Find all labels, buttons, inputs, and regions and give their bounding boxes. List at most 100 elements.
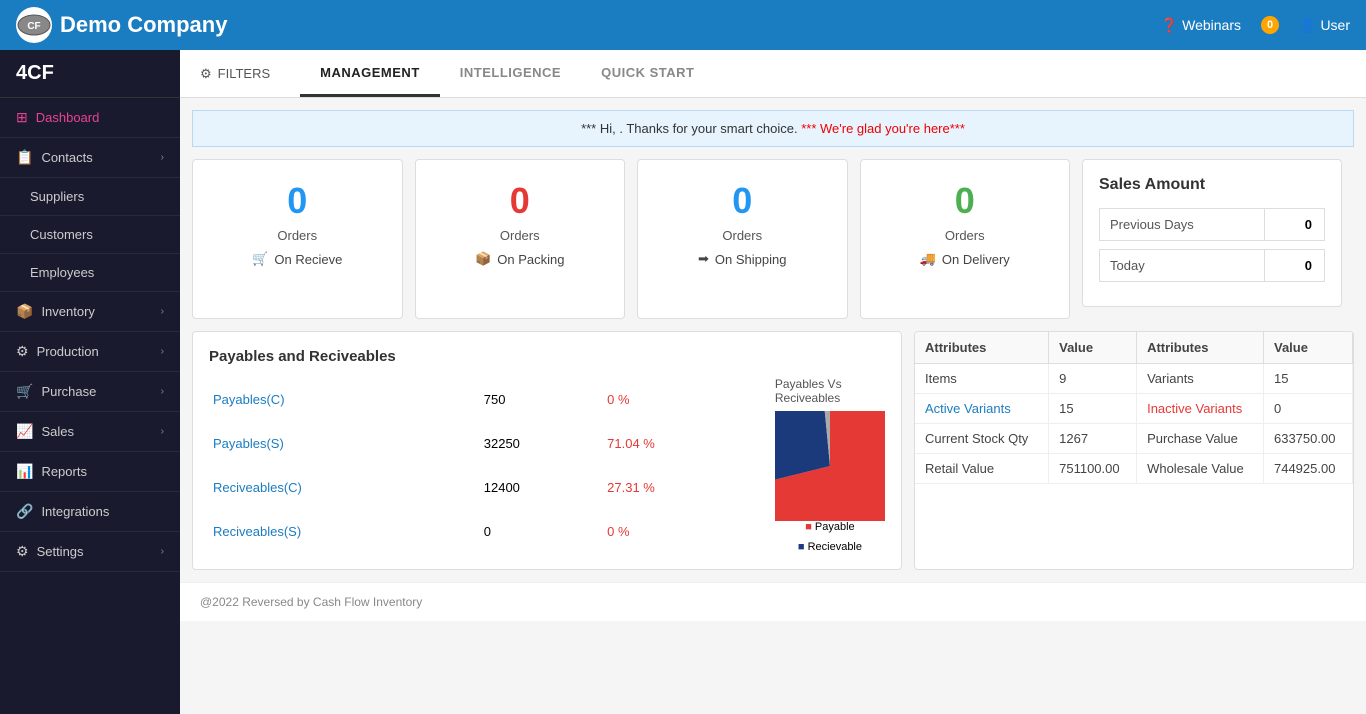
col-attr2: Attributes	[1137, 332, 1264, 364]
sidebar-item-customers[interactable]: Customers	[0, 216, 180, 254]
payables-c-label[interactable]: Payables(C)	[209, 377, 480, 421]
order-card-delivery[interactable]: 0 Orders 🚚 On Delivery	[860, 159, 1071, 319]
sidebar-item-dashboard[interactable]: ⊞ Dashboard	[0, 98, 180, 138]
chevron-right-icon: ›	[161, 152, 164, 163]
notifications-button[interactable]: 0	[1261, 16, 1279, 34]
reciveables-c-pct: 27.31 %	[603, 465, 759, 509]
sidebar-label: Suppliers	[30, 189, 84, 204]
order-cards: 0 Orders 🛒 On Recieve 0 Orders 📦 On Pack…	[192, 159, 1070, 319]
content-area: ⚙ FILTERS MANAGEMENT INTELLIGENCE QUICK …	[180, 50, 1366, 714]
sidebar-item-inventory[interactable]: 📦 Inventory ›	[0, 292, 180, 332]
logo-icon: CF	[16, 7, 52, 43]
reciveables-s-amount: 0	[480, 509, 603, 553]
sales-row-today: Today 0	[1099, 249, 1325, 282]
val1-items: 9	[1049, 364, 1137, 394]
payables-table: Payables(C) 750 0 % Payables(S) 32250 71…	[209, 377, 759, 553]
delivery-label: Orders	[881, 228, 1050, 243]
payables-section: Payables and Reciveables Payables(C) 750…	[192, 331, 902, 570]
chevron-right-icon: ›	[161, 546, 164, 557]
packing-status: 📦 On Packing	[436, 251, 605, 267]
sidebar-label: Employees	[30, 265, 94, 280]
shipping-count: 0	[658, 180, 827, 222]
dashboard-icon: ⊞	[16, 109, 28, 126]
table-row: Reciveables(C) 12400 27.31 %	[209, 465, 759, 509]
receive-status: 🛒 On Recieve	[213, 251, 382, 267]
order-card-shipping[interactable]: 0 Orders ➡ On Shipping	[637, 159, 848, 319]
receive-label: Orders	[213, 228, 382, 243]
tab-management[interactable]: MANAGEMENT	[300, 50, 440, 97]
tab-quickstart[interactable]: QUICK START	[581, 50, 714, 97]
payables-title: Payables and Reciveables	[209, 348, 885, 365]
val2-variants: 15	[1263, 364, 1352, 394]
col-val2: Value	[1263, 332, 1352, 364]
packing-count: 0	[436, 180, 605, 222]
shipping-label: Orders	[658, 228, 827, 243]
pie-chart-container: Payables Vs Reciveables ■ Payable ■ Reci…	[775, 377, 885, 553]
welcome-banner: *** Hi, . Thanks for your smart choice. …	[192, 110, 1354, 147]
filters-button[interactable]: ⚙ FILTERS	[200, 66, 270, 82]
attr1-retail-value: Retail Value	[915, 454, 1049, 484]
production-icon: ⚙	[16, 343, 29, 360]
attr2-wholesale-value: Wholesale Value	[1137, 454, 1264, 484]
sidebar-item-contacts[interactable]: 📋 Contacts ›	[0, 138, 180, 178]
order-card-receive[interactable]: 0 Orders 🛒 On Recieve	[192, 159, 403, 319]
sidebar-label: Reports	[41, 464, 87, 479]
packing-icon: 📦	[475, 251, 491, 267]
sales-previous-label: Previous Days	[1100, 209, 1264, 240]
footer: @2022 Reversed by Cash Flow Inventory	[180, 582, 1366, 621]
purchase-icon: 🛒	[16, 383, 33, 400]
user-menu[interactable]: 👤 User	[1299, 17, 1350, 34]
sales-amount-panel: Sales Amount Previous Days 0 Today 0	[1082, 159, 1342, 307]
chevron-right-icon: ›	[161, 346, 164, 357]
sidebar-item-production[interactable]: ⚙ Production ›	[0, 332, 180, 372]
attr2-inactive-variants[interactable]: Inactive Variants	[1137, 394, 1264, 424]
sidebar-label: Integrations	[41, 504, 109, 519]
payables-c-pct: 0 %	[603, 377, 759, 421]
reciveables-c-amount: 12400	[480, 465, 603, 509]
sidebar-item-purchase[interactable]: 🛒 Purchase ›	[0, 372, 180, 412]
reciveables-c-label[interactable]: Reciveables(C)	[209, 465, 480, 509]
webinars-button[interactable]: ❓ Webinars	[1161, 17, 1241, 34]
sidebar-label: Sales	[41, 424, 74, 439]
packing-label: Orders	[436, 228, 605, 243]
payables-c-amount: 750	[480, 377, 603, 421]
order-card-packing[interactable]: 0 Orders 📦 On Packing	[415, 159, 626, 319]
banner-text1: *** Hi, . Thanks for your smart choice.	[581, 121, 798, 136]
sidebar-label: Inventory	[41, 304, 94, 319]
inventory-icon: 📦	[16, 303, 33, 320]
tab-intelligence[interactable]: INTELLIGENCE	[440, 50, 581, 97]
contacts-icon: 📋	[16, 149, 33, 166]
sidebar-item-settings[interactable]: ⚙ Settings ›	[0, 532, 180, 572]
sales-icon: 📈	[16, 423, 33, 440]
sales-previous-value: 0	[1264, 209, 1324, 240]
question-icon: ❓	[1161, 17, 1178, 34]
attr1-items: Items	[915, 364, 1049, 394]
sidebar-item-sales[interactable]: 📈 Sales ›	[0, 412, 180, 452]
table-row: Active Variants 15 Inactive Variants 0	[915, 394, 1353, 424]
legend-payable: ■ Payable	[805, 521, 854, 533]
chevron-right-icon: ›	[161, 386, 164, 397]
attr1-active-variants[interactable]: Active Variants	[915, 394, 1049, 424]
filter-icon: ⚙	[200, 66, 212, 82]
sidebar-label: Customers	[30, 227, 93, 242]
sales-today-label: Today	[1100, 250, 1264, 281]
sales-today-value: 0	[1264, 250, 1324, 281]
sidebar-item-employees[interactable]: Employees	[0, 254, 180, 292]
legend-reciveable: ■ Recievable	[798, 541, 862, 553]
table-row: Reciveables(S) 0 0 %	[209, 509, 759, 553]
col-attr1: Attributes	[915, 332, 1049, 364]
payables-s-pct: 71.04 %	[603, 421, 759, 465]
payables-s-label[interactable]: Payables(S)	[209, 421, 480, 465]
sales-row-previous: Previous Days 0	[1099, 208, 1325, 241]
table-row: Payables(C) 750 0 %	[209, 377, 759, 421]
attributes-section: Attributes Value Attributes Value Items …	[914, 331, 1354, 570]
reciveables-s-label[interactable]: Reciveables(S)	[209, 509, 480, 553]
delivery-count: 0	[881, 180, 1050, 222]
sidebar-item-integrations[interactable]: 🔗 Integrations	[0, 492, 180, 532]
sidebar-label: Purchase	[41, 384, 96, 399]
sidebar-item-reports[interactable]: 📊 Reports	[0, 452, 180, 492]
sidebar-item-suppliers[interactable]: Suppliers	[0, 178, 180, 216]
svg-text:CF: CF	[27, 21, 40, 32]
table-row: Retail Value 751100.00 Wholesale Value 7…	[915, 454, 1353, 484]
sidebar-logo: 4CF	[0, 50, 180, 98]
